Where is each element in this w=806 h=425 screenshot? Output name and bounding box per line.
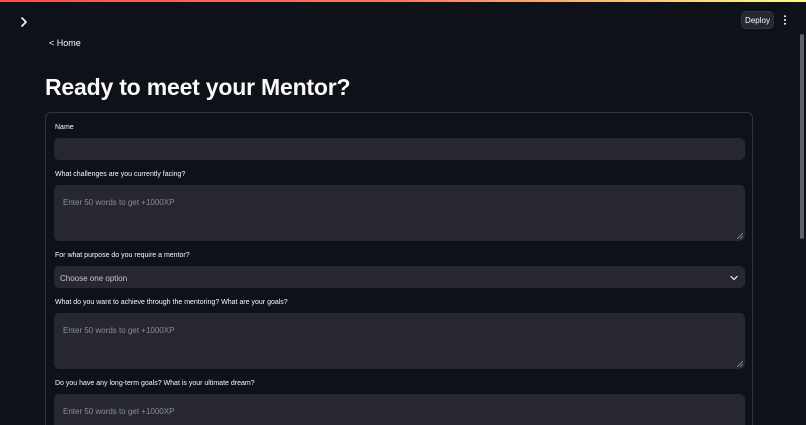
challenges-label: What challenges are you currently facing… <box>55 171 186 178</box>
scrollbar-thumb[interactable] <box>800 34 804 239</box>
home-link[interactable]: < Home <box>49 38 81 48</box>
challenges-placeholder: Enter 50 words to get +1000XP <box>63 198 175 207</box>
deploy-button[interactable]: Deploy <box>741 11 774 29</box>
challenges-textarea[interactable]: Enter 50 words to get +1000XP <box>54 185 745 241</box>
name-label: Name <box>55 124 74 131</box>
sidebar-toggle-button[interactable] <box>16 14 32 30</box>
purpose-selected-value: Choose one option <box>60 274 128 283</box>
more-vertical-icon <box>784 15 786 25</box>
name-input[interactable] <box>54 138 745 160</box>
dream-label: Do you have any long-term goals? What is… <box>55 380 255 387</box>
top-decoration-bar <box>0 0 806 2</box>
purpose-label: For what purpose do you require a mentor… <box>55 252 190 259</box>
app: Deploy < Home Ready to meet your Mentor?… <box>0 0 806 425</box>
goals-placeholder: Enter 50 words to get +1000XP <box>63 326 175 335</box>
purpose-select[interactable]: Choose one option <box>54 266 745 288</box>
chevron-right-icon <box>21 17 27 27</box>
page-title: Ready to meet your Mentor? <box>45 74 351 100</box>
resize-handle-icon[interactable] <box>737 361 743 367</box>
dream-textarea[interactable]: Enter 50 words to get +1000XP <box>54 394 745 425</box>
resize-handle-icon[interactable] <box>737 233 743 239</box>
goals-textarea[interactable]: Enter 50 words to get +1000XP <box>54 313 745 369</box>
chevron-down-icon <box>730 275 738 281</box>
mentor-form: Name What challenges are you currently f… <box>45 112 753 425</box>
main-menu-button[interactable] <box>779 12 791 28</box>
goals-label: What do you want to achieve through the … <box>55 299 288 306</box>
dream-placeholder: Enter 50 words to get +1000XP <box>63 407 175 416</box>
